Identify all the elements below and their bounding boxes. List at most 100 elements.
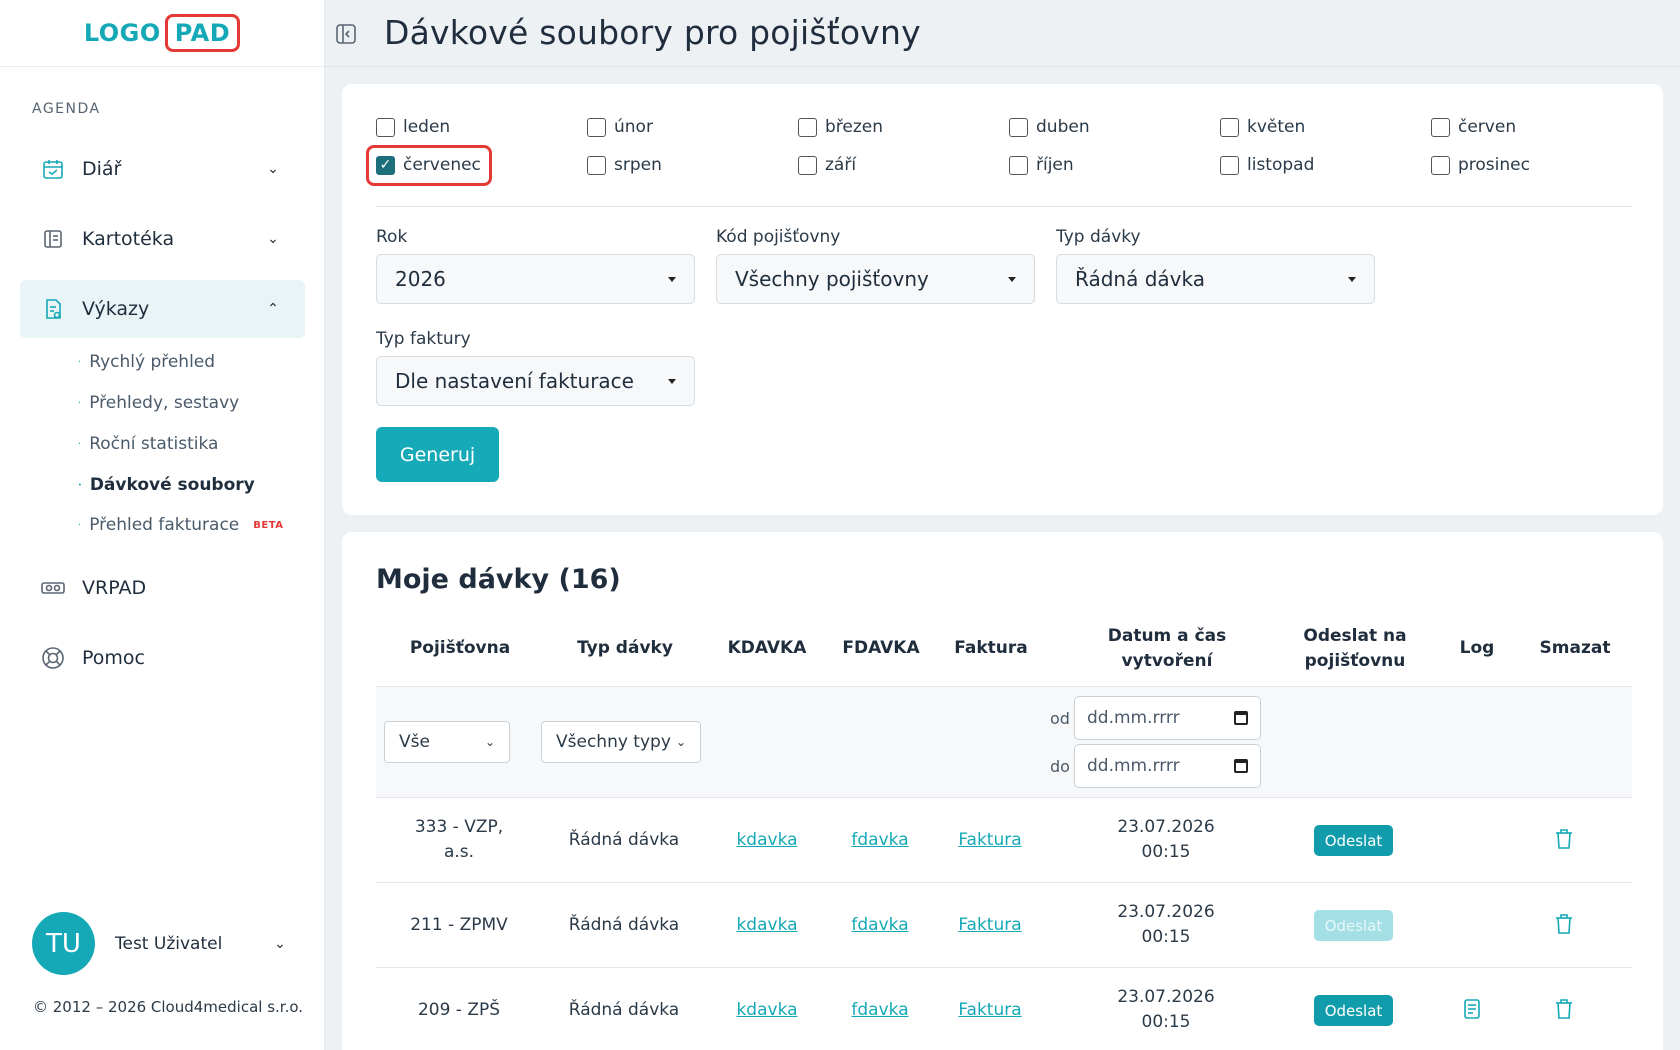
subnav-item-rocni-statistika[interactable]: · Roční statistika <box>78 434 218 454</box>
trash-icon[interactable] <box>1554 828 1576 852</box>
calendar-icon[interactable] <box>1234 759 1248 773</box>
month-label: listopad <box>1247 155 1315 175</box>
month-checkbox-listopad[interactable]: listopad <box>1220 155 1314 175</box>
checkbox-icon <box>1220 117 1239 137</box>
checkbox-icon <box>798 155 817 175</box>
calendar-icon[interactable] <box>1234 711 1248 725</box>
month-checkbox-kveten[interactable]: květen <box>1220 117 1305 137</box>
subnav-label: Roční statistika <box>89 434 219 454</box>
kdavka-link[interactable]: kdavka <box>722 998 812 1023</box>
select-value: Řádná dávka <box>1075 267 1205 291</box>
send-button[interactable]: Odeslat <box>1314 825 1393 856</box>
type-cell: Řádná dávka <box>568 1000 680 1020</box>
chevron-up-icon: ⌃ <box>267 301 279 317</box>
subnav-item-davkove-soubory[interactable]: · Dávkové soubory <box>78 475 255 495</box>
bullet-icon: · <box>78 397 82 409</box>
month-checkbox-unor[interactable]: únor <box>587 117 653 137</box>
month-checkboxes: leden únor březen duben květen červen ✓ č… <box>366 117 1632 207</box>
month-checkbox-prosinec[interactable]: prosinec <box>1431 155 1530 175</box>
typ-davky-select[interactable]: Řádná dávka <box>1056 254 1375 304</box>
insurer-filter-select[interactable]: Vše ⌄ <box>384 721 510 763</box>
insurer-cell: 211 - ZPMV <box>410 915 508 935</box>
sidebar-item-pomoc[interactable]: Pomoc <box>20 629 305 687</box>
month-label: prosinec <box>1458 155 1530 175</box>
rok-select[interactable]: 2026 <box>376 254 695 304</box>
logo[interactable]: LOGO PAD <box>84 14 241 52</box>
checkbox-icon <box>1009 155 1028 175</box>
subnav-label: Přehledy, sestavy <box>89 393 240 413</box>
subnav-item-prehled-fakturace[interactable]: · Přehled fakturace BETA <box>78 515 284 535</box>
month-checkbox-brezen[interactable]: březen <box>798 117 883 137</box>
date-placeholder: dd.mm.rrrr <box>1087 756 1180 776</box>
sidebar-section-title: AGENDA <box>32 101 101 117</box>
sidebar-item-label: VRPAD <box>82 577 147 599</box>
type-cell: Řádná dávka <box>568 915 680 935</box>
checkbox-icon <box>1431 117 1450 137</box>
month-checkbox-rijen[interactable]: říjen <box>1009 155 1074 175</box>
caret-down-icon <box>668 378 676 384</box>
send-button[interactable]: Odeslat <box>1314 995 1393 1026</box>
kod-pojistovny-select[interactable]: Všechny pojišťovny <box>716 254 1035 304</box>
month-label: říjen <box>1036 155 1074 175</box>
chevron-down-icon: ⌄ <box>274 935 286 952</box>
typ-faktury-select[interactable]: Dle nastavení fakturace <box>376 356 695 406</box>
month-checkbox-zari[interactable]: září <box>798 155 856 175</box>
kdavka-link[interactable]: kdavka <box>722 913 812 938</box>
filter-row: Vše ⌄ Všechny typy ⌄ od dd.mm.rrrr do dd.m… <box>376 686 1632 798</box>
month-label: březen <box>825 117 884 137</box>
insurer-cell: 333 - VZP, a.s. <box>414 817 504 862</box>
date-from-input[interactable]: dd.mm.rrrr <box>1074 696 1261 740</box>
trash-icon[interactable] <box>1554 913 1576 937</box>
sidebar-item-vykazy[interactable]: Výkazy ⌃ <box>20 280 305 338</box>
column-header-smazat: Smazat <box>1539 638 1611 658</box>
fdavka-link[interactable]: fdavka <box>835 828 925 853</box>
user-name: Test Uživatel <box>115 933 223 954</box>
batches-list-panel: Moje dávky (16) Pojišťovna Typ dávky KDA… <box>342 532 1663 1050</box>
checkbox-icon <box>798 117 817 137</box>
date-to-input[interactable]: dd.mm.rrrr <box>1074 744 1261 788</box>
send-button-disabled: Odeslat <box>1314 910 1393 941</box>
sidebar-toggle-icon[interactable] <box>334 22 358 46</box>
vr-glasses-icon <box>40 575 66 601</box>
select-value: 2026 <box>395 267 446 291</box>
date-from-label: od <box>1050 709 1070 728</box>
user-menu[interactable]: TU Test Uživatel ⌄ <box>32 912 292 975</box>
time-value: 00:15 <box>1141 927 1191 947</box>
sidebar-item-diar[interactable]: Diář ⌄ <box>20 140 305 198</box>
log-document-icon[interactable] <box>1462 998 1484 1022</box>
typ-faktury-label: Typ faktury <box>376 329 471 349</box>
subnav-label: Rychlý přehled <box>89 352 216 372</box>
trash-icon[interactable] <box>1554 998 1576 1022</box>
rok-label: Rok <box>376 227 408 247</box>
month-label: září <box>825 155 857 175</box>
generate-button[interactable]: Generuj <box>376 427 499 482</box>
column-header-datum: Datum a čas vytvoření <box>1107 626 1227 671</box>
sidebar-item-kartoteka[interactable]: Kartotéka ⌄ <box>20 210 305 268</box>
chevron-down-icon: ⌄ <box>675 735 686 749</box>
faktura-link[interactable]: Faktura <box>945 913 1035 938</box>
chevron-down-icon: ⌄ <box>267 161 279 177</box>
date-placeholder: dd.mm.rrrr <box>1087 708 1180 728</box>
fdavka-link[interactable]: fdavka <box>835 998 925 1023</box>
type-filter-select[interactable]: Všechny typy ⌄ <box>541 721 701 763</box>
fdavka-link[interactable]: fdavka <box>835 913 925 938</box>
month-checkbox-duben[interactable]: duben <box>1009 117 1090 137</box>
subnav-item-prehledy[interactable]: · Přehledy, sestavy <box>78 393 239 413</box>
sidebar-item-label: Výkazy <box>82 298 150 320</box>
subnav-item-rychly-prehled[interactable]: · Rychlý přehled <box>78 352 215 372</box>
checkbox-icon <box>587 117 606 137</box>
month-checkbox-cerven[interactable]: červen <box>1431 117 1516 137</box>
sidebar-item-vrpad[interactable]: VRPAD <box>20 559 305 617</box>
month-checkbox-leden[interactable]: leden <box>376 117 450 137</box>
subnav-label: Dávkové soubory <box>89 475 255 495</box>
typ-davky-label: Typ dávky <box>1056 227 1141 247</box>
bullet-icon: · <box>78 479 82 491</box>
kdavka-link[interactable]: kdavka <box>722 828 812 853</box>
column-header-odeslat: Odeslat na pojišťovnu <box>1303 626 1407 671</box>
report-icon <box>40 296 66 322</box>
faktura-link[interactable]: Faktura <box>945 998 1035 1023</box>
bullet-icon: · <box>78 519 82 531</box>
month-checkbox-srpen[interactable]: srpen <box>587 155 662 175</box>
month-checkbox-cervenec[interactable]: ✓ červenec <box>366 145 492 186</box>
faktura-link[interactable]: Faktura <box>945 828 1035 853</box>
